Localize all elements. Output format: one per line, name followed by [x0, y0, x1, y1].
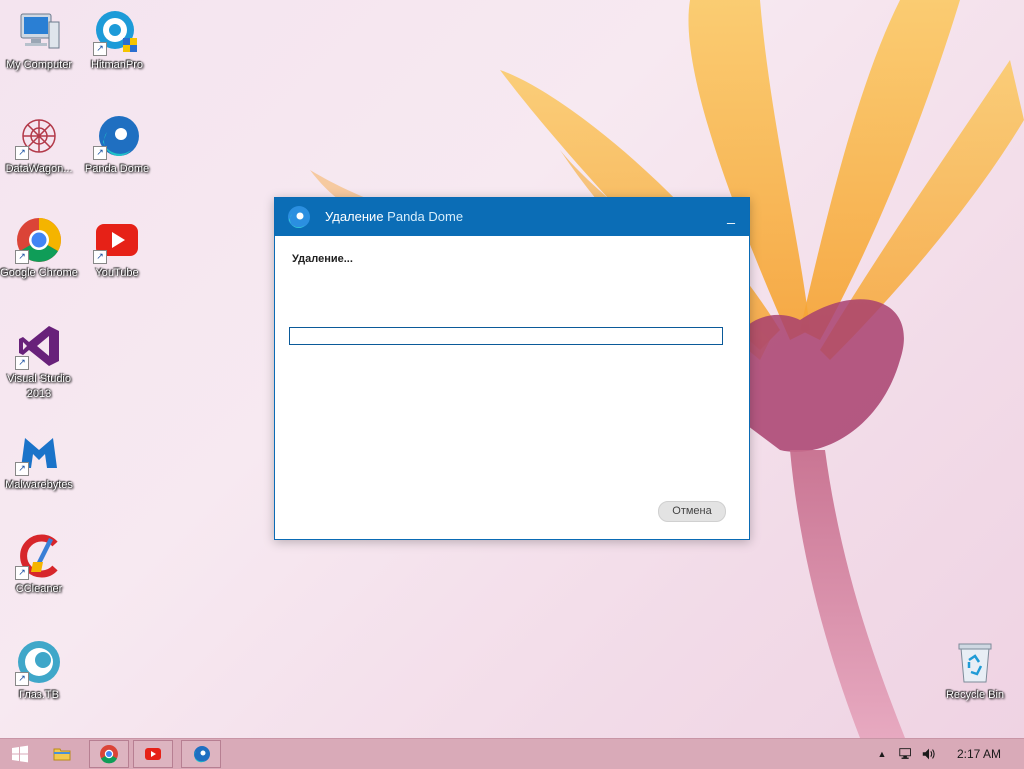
ccleaner-icon: ↗ — [15, 532, 63, 580]
tray-volume[interactable] — [920, 744, 938, 764]
taskbar-youtube[interactable] — [133, 740, 173, 768]
panda-dome-icon — [194, 746, 210, 763]
folder-icon — [53, 748, 71, 761]
volume-icon — [922, 748, 935, 760]
panda-dome-icon: ↗ — [93, 112, 141, 160]
taskbar-chrome[interactable] — [89, 740, 129, 768]
dialog-title-product: Panda Dome — [387, 209, 464, 224]
desktop-icon-youtube[interactable]: ↗ YouTube — [78, 216, 156, 281]
chrome-icon — [100, 745, 118, 764]
desktop-icon-visual-studio[interactable]: ↗ Visual Studio 2013 — [0, 322, 78, 402]
desktop-icon-label: YouTube — [95, 267, 139, 279]
glaz-tv-icon: ↗ — [15, 638, 63, 686]
youtube-icon — [145, 748, 161, 760]
malwarebytes-icon: ↗ — [15, 428, 63, 476]
cancel-button[interactable]: Отмена — [658, 501, 726, 522]
shortcut-arrow-icon: ↗ — [15, 566, 29, 580]
uninstall-dialog: Удаление Panda Dome _ Удаление... Отмена — [274, 197, 750, 540]
shortcut-arrow-icon: ↗ — [15, 250, 29, 264]
progress-bar — [289, 327, 723, 345]
taskbar-clock[interactable]: 2:17 AM — [957, 747, 1001, 761]
shortcut-arrow-icon: ↗ — [93, 146, 107, 160]
computer-icon — [15, 8, 63, 56]
taskbar-panda-dome[interactable] — [181, 740, 221, 768]
windows-logo-icon — [12, 745, 28, 763]
visual-studio-icon: ↗ — [15, 322, 63, 370]
youtube-icon: ↗ — [93, 216, 141, 264]
datawagon-icon: ↗ — [15, 112, 63, 160]
dialog-title: Удаление Panda Dome — [325, 209, 463, 224]
desktop-icon-label: CCleaner — [15, 583, 63, 595]
tray-show-hidden-icons[interactable]: ▲ — [873, 744, 891, 764]
shortcut-arrow-icon: ↗ — [15, 462, 29, 476]
desktop-icon-label: Panda Dome — [84, 163, 150, 175]
minimize-button[interactable]: _ — [721, 206, 741, 226]
desktop: My Computer ↗ DataWagon... ↗ Google Chro… — [0, 0, 1024, 738]
desktop-icon-label: Malwarebytes — [5, 479, 73, 491]
status-text: Удаление... — [292, 253, 353, 265]
taskbar-file-explorer[interactable] — [42, 740, 82, 768]
start-button[interactable] — [0, 740, 40, 768]
desktop-icon-label: Visual Studio 2013 — [6, 373, 71, 400]
shortcut-arrow-icon: ↗ — [93, 42, 107, 56]
desktop-icon-panda-dome[interactable]: ↗ Panda Dome — [78, 112, 156, 177]
desktop-icon-label: Recycle Bin — [945, 689, 1005, 701]
dialog-titlebar[interactable]: Удаление Panda Dome _ — [275, 198, 749, 236]
shortcut-arrow-icon: ↗ — [15, 146, 29, 160]
desktop-icon-label: My Computer — [5, 59, 73, 71]
hitmanpro-icon: ↗ — [93, 8, 141, 56]
desktop-icon-label: Глаз.ТВ — [19, 689, 59, 701]
desktop-icon-datawagon[interactable]: ↗ DataWagon... — [0, 112, 78, 177]
shortcut-arrow-icon: ↗ — [15, 672, 29, 686]
desktop-icon-label: Google Chrome — [0, 267, 78, 279]
shortcut-arrow-icon: ↗ — [93, 250, 107, 264]
desktop-icon-glaz-tv[interactable]: ↗ Глаз.ТВ — [0, 638, 78, 703]
desktop-icon-label: HitmanPro — [91, 59, 143, 71]
desktop-icon-hitmanpro[interactable]: ↗ HitmanPro — [78, 8, 156, 73]
desktop-icon-ccleaner[interactable]: ↗ CCleaner — [0, 532, 78, 597]
recycle-bin-icon — [951, 638, 999, 686]
shortcut-arrow-icon: ↗ — [15, 356, 29, 370]
dialog-title-prefix: Удаление — [325, 209, 384, 224]
desktop-icon-my-computer[interactable]: My Computer — [0, 8, 78, 73]
tray-network[interactable] — [897, 744, 915, 764]
desktop-icon-malwarebytes[interactable]: ↗ Malwarebytes — [0, 428, 78, 493]
chrome-icon: ↗ — [15, 216, 63, 264]
network-icon — [899, 748, 911, 759]
desktop-icon-label: DataWagon... — [5, 163, 73, 175]
desktop-icon-recycle-bin[interactable]: Recycle Bin — [936, 638, 1014, 703]
taskbar: ▲ 2:17 AM — [0, 738, 1024, 769]
panda-dome-logo-icon — [288, 206, 310, 229]
desktop-icon-google-chrome[interactable]: ↗ Google Chrome — [0, 216, 78, 281]
